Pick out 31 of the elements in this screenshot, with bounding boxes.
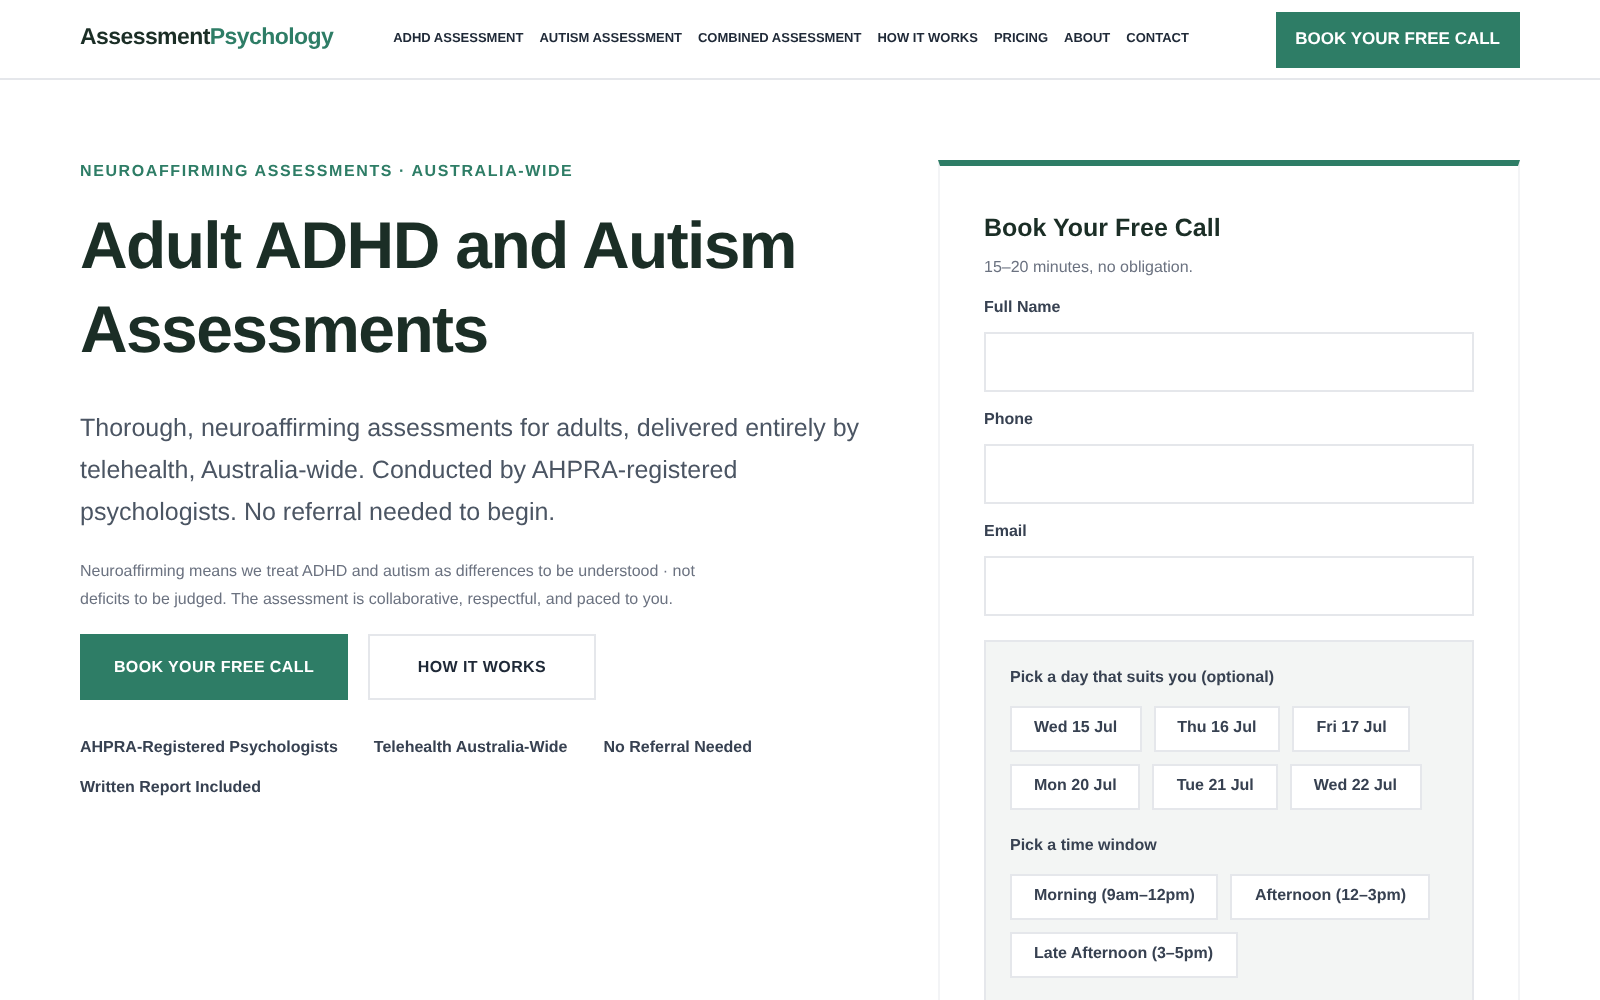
day-option[interactable]: Thu 16 Jul — [1153, 705, 1281, 752]
day-option[interactable]: Wed 22 Jul — [1289, 763, 1422, 810]
trust-label: Written Report Included — [80, 776, 262, 800]
hero-title: Adult ADHD and Autism Assessments — [80, 206, 798, 370]
book-call-button[interactable]: BOOK YOUR FREE CALL — [1275, 11, 1520, 67]
how-it-works-button[interactable]: HOW IT WORKS — [368, 634, 596, 700]
book-call-button[interactable]: BOOK YOUR FREE CALL — [80, 634, 348, 700]
trust-label: AHPRA-Registered Psychologists — [80, 736, 338, 760]
time-label: Pick a time window — [1010, 833, 1159, 858]
field-label: Email — [984, 519, 1029, 544]
day-option[interactable]: Tue 21 Jul — [1152, 763, 1278, 810]
day-option[interactable]: Fri 17 Jul — [1292, 705, 1411, 752]
field-label: Full Name — [984, 295, 1063, 320]
trust-label: Telehealth Australia-Wide — [373, 736, 568, 760]
form-subtitle: 15–20 minutes, no obligation. — [984, 255, 1196, 280]
logo[interactable]: AssessmentPsychology — [80, 21, 334, 57]
input-field[interactable] — [984, 443, 1474, 504]
day-label: Pick a day that suits you (optional) — [1010, 665, 1277, 690]
form-title: Book Your Free Call — [984, 212, 1223, 246]
trust-label: No Referral Needed — [603, 736, 753, 760]
hero-note: Neuroaffirming means we treat ADHD and autism as differences to be understood · not deficits to be judged. The assessment is collaborative, respectful, and paced to you. — [80, 560, 697, 612]
field-label: Phone — [984, 407, 1035, 432]
time-option[interactable]: Morning (9am–12pm) — [1010, 873, 1219, 920]
day-option[interactable]: Wed 15 Jul — [1010, 705, 1142, 752]
time-option[interactable]: Afternoon (12–3pm) — [1230, 873, 1431, 920]
eyebrow-text: NEUROAFFIRMING ASSESSMENTS · AUSTRALIA-WIDE — [80, 160, 576, 184]
hero-lead: Thorough, neuroaffirming assessments for adults, delivered entirely by telehealth, Australia-wide. Conducted by AHPRA-registered psychologists. No referral needed to begin. — [80, 412, 860, 530]
input-field[interactable] — [984, 555, 1474, 616]
day-option[interactable]: Mon 20 Jul — [1010, 763, 1141, 810]
time-option[interactable]: Late Afternoon (3–5pm) — [1010, 931, 1237, 978]
input-field[interactable] — [984, 331, 1474, 392]
